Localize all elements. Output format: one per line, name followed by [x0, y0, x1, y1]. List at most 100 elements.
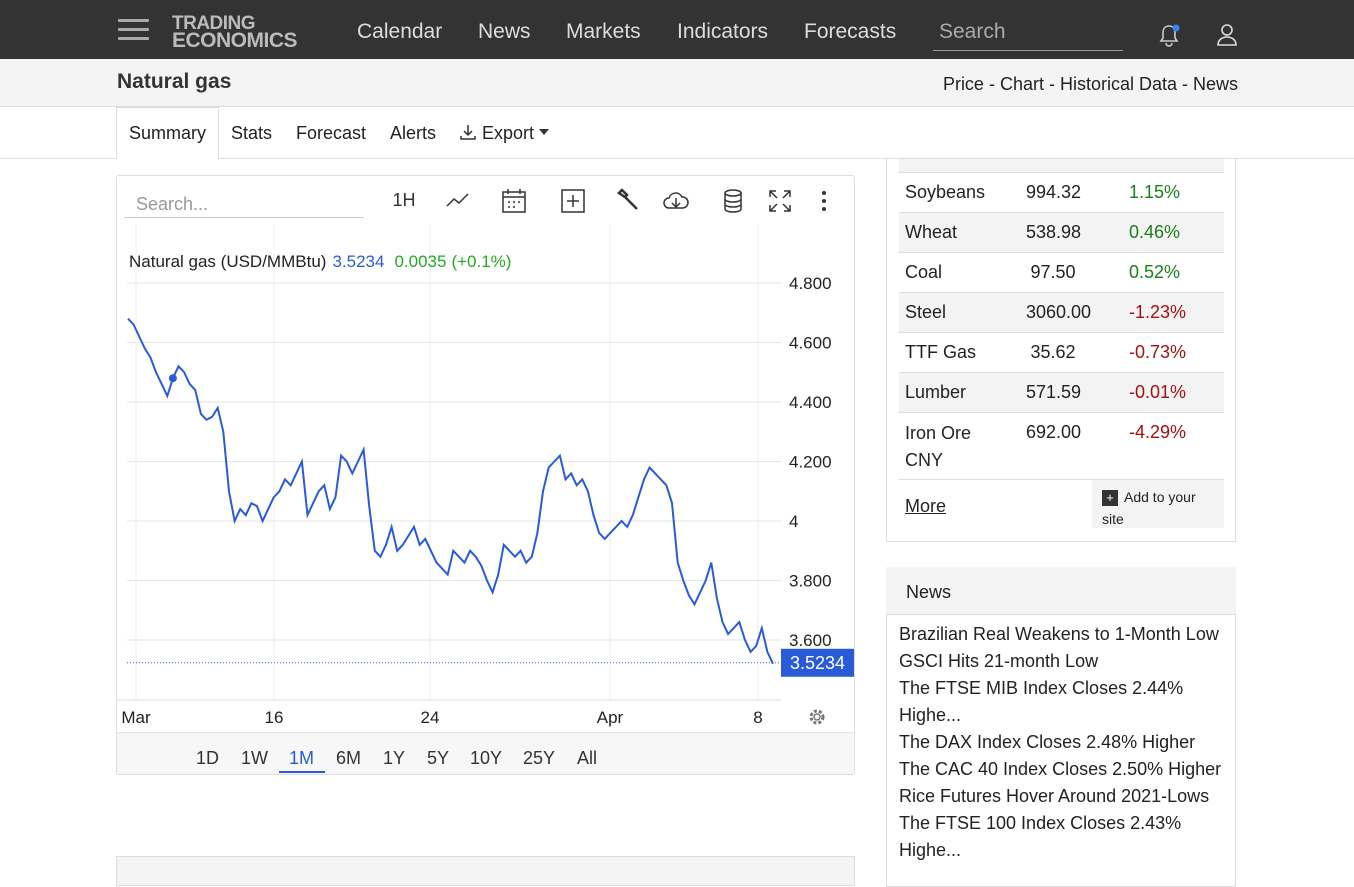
add-indicator-icon[interactable] [559, 187, 587, 215]
range-6m[interactable]: 6M [336, 748, 361, 769]
commodity-name: Iron Ore CNY [905, 423, 972, 470]
logo-line2: ECONOMICS [172, 29, 298, 52]
y-tick-label: 4.400 [789, 393, 832, 412]
database-icon[interactable] [719, 187, 747, 215]
commodity-change: -1.23% [1129, 302, 1187, 322]
commodity-price: 692.00 [1026, 422, 1082, 442]
range-active-underline [279, 771, 325, 773]
news-item[interactable]: The DAX Index Closes 2.48% Higher [899, 729, 1229, 756]
breadcrumb[interactable]: Price - Chart - Historical Data - News [943, 74, 1238, 95]
chart-last-value: 3.5234 [332, 252, 384, 271]
price-tag-label: 3.5234 [790, 653, 845, 673]
user-icon[interactable] [1215, 22, 1239, 46]
tab-alerts[interactable]: Alerts [390, 123, 436, 144]
add-to-site-button[interactable]: + Add to your site [1092, 480, 1224, 528]
side-footer: More + Add to your site [899, 480, 1224, 528]
range-all[interactable]: All [577, 748, 597, 769]
more-options-icon[interactable] [810, 187, 838, 215]
news-item[interactable]: Rice Futures Hover Around 2021-Lows [899, 783, 1229, 810]
commodity-name: Steel [905, 302, 947, 322]
chart-title: Natural gas (USD/MMBtu) [129, 252, 326, 271]
nav-forecasts[interactable]: Forecasts [804, 20, 896, 44]
news-heading: News [886, 567, 1236, 615]
site-logo[interactable]: TRADING ECONOMICS [172, 14, 298, 52]
more-link[interactable]: More [905, 496, 946, 517]
range-25y[interactable]: 25Y [523, 748, 555, 769]
commodity-price: 538.98 [1026, 222, 1082, 242]
table-row[interactable]: Wheat 538.98 0.46% [899, 213, 1224, 253]
commodity-change: -0.01% [1129, 382, 1187, 402]
export-button[interactable]: Export [459, 123, 550, 144]
line-chart-icon[interactable] [444, 187, 472, 215]
range-10y[interactable]: 10Y [470, 748, 502, 769]
x-tick-label: Apr [597, 708, 624, 727]
wrench-icon[interactable] [614, 187, 642, 215]
nav-indicators[interactable]: Indicators [677, 20, 768, 44]
series-marker [168, 374, 177, 383]
table-row[interactable]: Steel 3060.00 -1.23% [899, 293, 1224, 333]
range-5y[interactable]: 5Y [427, 748, 449, 769]
x-tick-label: Mar [121, 708, 151, 727]
table-header-cut [899, 159, 1224, 173]
chart-settings-icon[interactable] [809, 709, 825, 725]
y-tick-label: 4.600 [789, 334, 832, 353]
chart-legend: Natural gas (USD/MMBtu) 3.5234 0.0035 (+0.1… [129, 252, 511, 271]
chart-change-pct: (+0.1%) [451, 252, 511, 271]
caret-down-icon [539, 129, 550, 135]
nav-news[interactable]: News [478, 20, 531, 44]
bell-icon[interactable] [1158, 23, 1180, 47]
nav-markets[interactable]: Markets [566, 20, 641, 44]
range-1w[interactable]: 1W [241, 748, 268, 769]
download-icon [460, 125, 476, 140]
chart-change: 0.0035 [394, 252, 446, 271]
commodity-price: 571.59 [1026, 382, 1082, 402]
cloud-download-icon[interactable] [662, 187, 690, 215]
commodity-name: Wheat [905, 222, 958, 242]
table-row[interactable]: TTF Gas 35.62 -0.73% [899, 333, 1224, 373]
y-tick-label: 4 [789, 512, 798, 531]
interval-selector[interactable]: 1H [389, 190, 419, 218]
commodity-name: Lumber [905, 382, 967, 402]
table-row[interactable]: Iron Ore CNY 692.00 -4.29% [899, 413, 1224, 480]
table-row[interactable]: Lumber 571.59 -0.01% [899, 373, 1224, 413]
commodity-price: 97.50 [1030, 262, 1076, 282]
price-chart[interactable]: 4.800 4.600 4.400 4.200 4 3.800 3.600 Mar 16 24 A… [116, 224, 855, 744]
commodity-name: TTF Gas [905, 342, 976, 362]
commodity-change: -4.29% [1129, 422, 1187, 442]
commodity-change: -0.73% [1129, 342, 1187, 362]
range-1m[interactable]: 1M [289, 748, 314, 769]
x-tick-label: 8 [753, 708, 762, 727]
y-axis: 4.800 4.600 4.400 4.200 4 3.800 3.600 [789, 274, 832, 650]
table-section-top [116, 856, 855, 886]
table-row[interactable]: Coal 97.50 0.52% [899, 253, 1224, 293]
y-tick-label: 4.800 [789, 274, 832, 293]
commodity-name: Soybeans [905, 182, 986, 202]
table-row[interactable]: Soybeans 994.32 1.15% [899, 173, 1224, 213]
menu-icon[interactable] [118, 19, 149, 41]
chart-search-input[interactable]: Search... [124, 190, 364, 218]
news-item[interactable]: The CAC 40 Index Closes 2.50% Higher [899, 756, 1229, 783]
news-item[interactable]: The FTSE 100 Index Closes 2.43% Highe... [899, 810, 1229, 864]
news-item[interactable]: Brazilian Real Weakens to 1-Month Low [899, 621, 1229, 648]
export-label: Export [482, 123, 535, 143]
commodity-change: 0.52% [1129, 262, 1181, 282]
commodity-name: Coal [905, 262, 943, 282]
y-tick-label: 3.600 [789, 631, 832, 650]
y-tick-label: 3.800 [789, 572, 832, 591]
range-1d[interactable]: 1D [196, 748, 219, 769]
fullscreen-icon[interactable] [766, 187, 794, 215]
news-item[interactable]: The FTSE MIB Index Closes 2.44% Highe... [899, 675, 1229, 729]
chart-grid [116, 224, 781, 701]
commodity-change: 0.46% [1129, 222, 1181, 242]
news-item[interactable]: GSCI Hits 21-month Low [899, 648, 1229, 675]
commodity-price: 994.32 [1026, 182, 1082, 202]
tab-stats[interactable]: Stats [231, 123, 272, 144]
range-1y[interactable]: 1Y [383, 748, 405, 769]
tab-summary[interactable]: Summary [129, 123, 206, 144]
page-title: Natural gas [117, 70, 232, 93]
calendar-icon[interactable] [500, 187, 528, 215]
search-input[interactable]: Search [933, 18, 1123, 51]
nav-calendar[interactable]: Calendar [357, 20, 442, 44]
commodity-change: 1.15% [1129, 182, 1181, 202]
tab-forecast[interactable]: Forecast [296, 123, 366, 144]
